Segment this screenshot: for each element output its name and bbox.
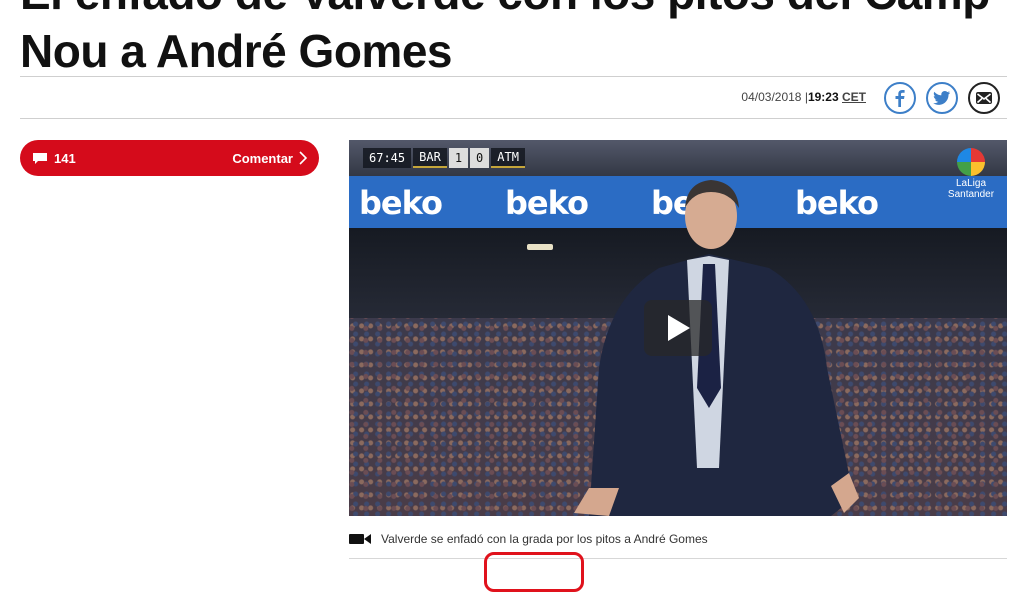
twitter-icon [933,91,950,105]
chevron-right-icon [299,151,307,165]
article-meta: 04/03/2018 |19:23 CET [741,90,866,104]
home-score: 1 [448,148,469,168]
league-logo: LaLiga Santander [943,148,999,204]
video-caption: Valverde se enfadó con la grada por los … [349,532,708,546]
home-team: BAR [413,148,447,168]
facebook-share-button[interactable] [884,82,916,114]
scorebug: 67:45 BAR 1 0 ATM [363,148,527,168]
play-button[interactable] [644,300,712,356]
play-icon [668,315,690,341]
sponsor-text: Santander [947,189,995,200]
article-timezone: CET [842,90,866,104]
video-caption-text: Valverde se enfadó con la grada por los … [381,532,708,546]
laliga-logo-icon [957,148,985,176]
video-camera-icon [349,534,371,544]
league-logo-text: LaLiga [955,178,987,189]
match-clock: 67:45 [363,148,412,168]
email-share-button[interactable] [968,82,1000,114]
stadium-light [527,244,553,250]
video-player[interactable]: beko beko beko beko 67:45 BAR 1 0 ATM La… [349,140,1007,516]
divider [349,558,1007,559]
ad-text: beko [359,184,443,222]
headline-container: El enfado de Valverde con los pitos del … [20,0,1010,80]
away-team: ATM [491,148,525,168]
highlight-annotation [484,552,584,592]
comment-count: 141 [54,150,76,166]
comments-bar[interactable]: 141 Comentar [20,140,319,176]
facebook-icon [895,90,905,107]
page-title: El enfado de Valverde con los pitos del … [20,0,990,77]
twitter-share-button[interactable] [926,82,958,114]
comment-button-label: Comentar [232,150,293,166]
email-icon [976,92,992,104]
comment-icon [33,153,47,164]
article-time: 19:23 [807,90,839,104]
away-score: 0 [470,148,490,168]
divider [20,76,1007,77]
divider [20,118,1007,119]
comment-button[interactable]: Comentar [232,151,307,166]
coach-figure [574,180,859,516]
article-date: 04/03/2018 [741,90,802,104]
